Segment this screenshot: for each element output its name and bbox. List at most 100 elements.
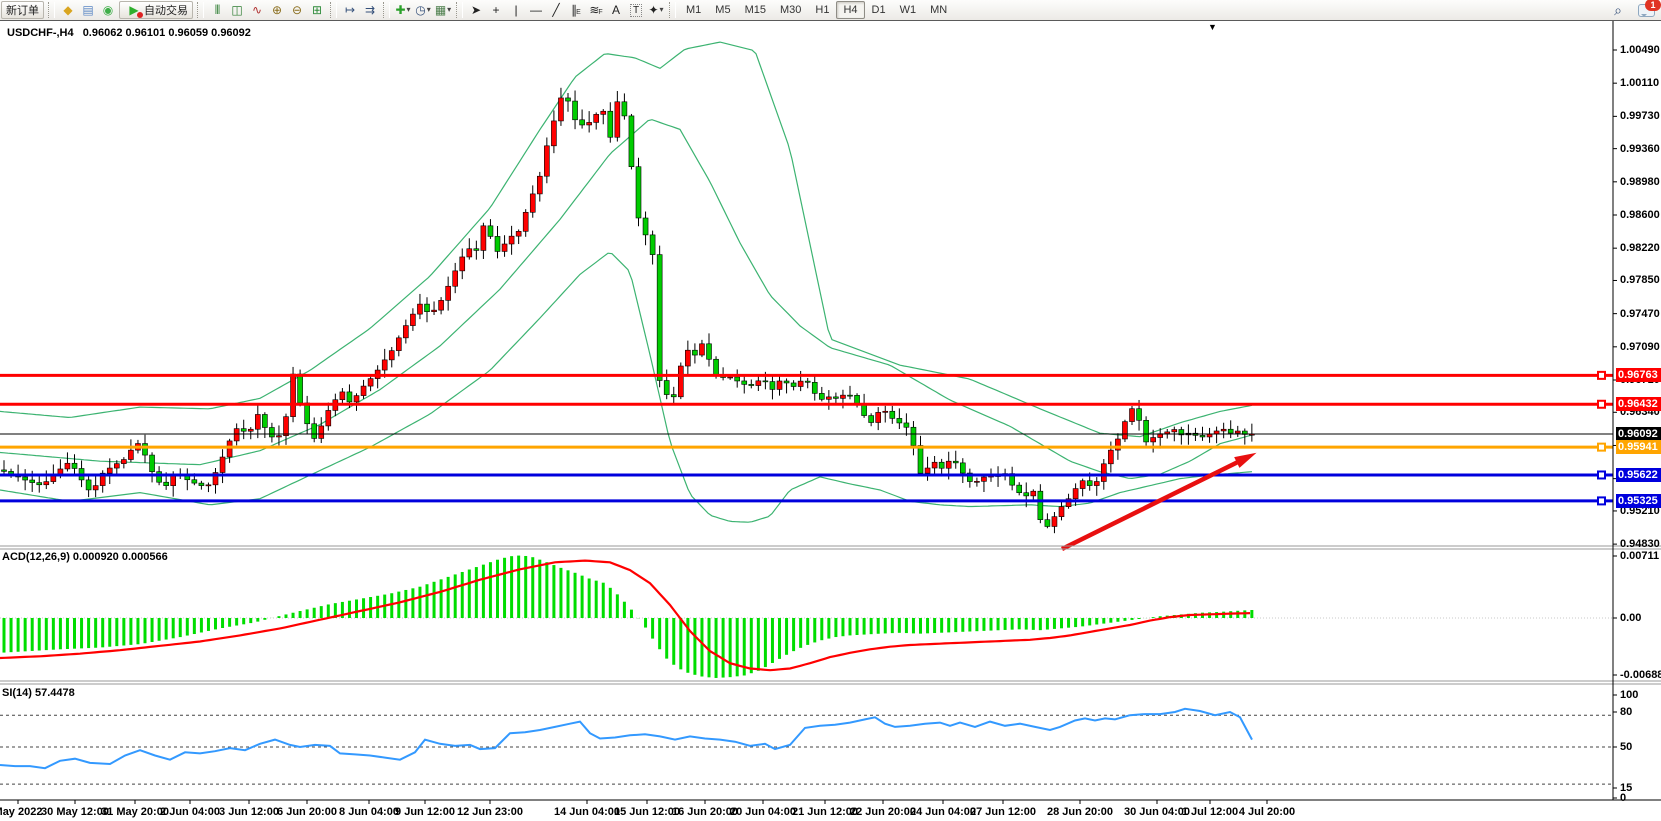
time-axis-label: 30 May 12:00 [41,806,109,818]
bear-candle [763,381,768,382]
bull-candle [699,344,704,355]
text-icon[interactable]: A [607,1,625,19]
period-clock-icon-dropdown[interactable]: ▾ [427,1,431,19]
time-axis-label: 1 Jul 12:00 [1182,806,1238,818]
bull-candle [840,395,845,398]
bear-candle [643,218,648,235]
timeframe-button-d1[interactable]: D1 [865,1,893,19]
equidistant-channel-icon[interactable]: ∥E [567,1,585,19]
candlestick-chart-icon[interactable]: ◫ [228,1,246,19]
chart-canvas[interactable] [0,21,1661,821]
chat-icon[interactable]: 1 [1638,4,1655,17]
search-icon[interactable]: ⌕ [1609,1,1627,19]
arrows-icon[interactable]: ✦▾ [647,1,665,19]
line-handle[interactable] [1598,401,1605,408]
price-level-badge: 0.96763 [1616,368,1661,382]
tile-windows-icon: ⊞ [312,1,322,19]
timeframe-button-m1[interactable]: M1 [679,1,708,19]
bull-candle [1130,409,1135,422]
bull-candle [1059,507,1064,517]
rsi-axis-label: 0 [1620,792,1626,804]
timeframe-button-h1[interactable]: H1 [808,1,836,19]
timeframe-button-m30[interactable]: M30 [773,1,808,19]
timeframe-button-m15[interactable]: M15 [738,1,773,19]
bear-candle [1200,435,1205,437]
chart-shift-icon[interactable]: ⇉ [361,1,379,19]
price-axis-label: 0.94830 [1620,538,1660,550]
line-chart-icon[interactable]: ∿ [248,1,266,19]
line-handle[interactable] [1598,444,1605,451]
toolbar-separator [330,2,337,18]
terminal-window-icon[interactable]: ▤ [79,1,97,19]
line-handle[interactable] [1598,471,1605,478]
bear-candle [425,304,430,312]
period-clock-icon[interactable]: ◷▾ [414,1,432,19]
price-axis-label: 0.98220 [1620,242,1660,254]
line-handle[interactable] [1598,372,1605,379]
macd-indicator-label: ACD(12,26,9) 0.000920 0.000566 [2,551,168,563]
bull-candle [276,436,281,437]
cursor-icon[interactable]: ➤ [467,1,485,19]
timeframe-button-mn[interactable]: MN [923,1,954,19]
arrows-icon-dropdown[interactable]: ▾ [660,1,664,19]
bear-candle [143,444,148,456]
zoom-in-icon[interactable]: ⊕ [268,1,286,19]
template-icon[interactable]: ▦▾ [434,1,452,19]
bear-candle [199,483,204,485]
timeframe-button-h4[interactable]: H4 [836,1,864,19]
chart-shift-marker[interactable]: ▼ [1208,22,1217,32]
fibonacci-icon-sub: F [598,4,602,22]
add-indicator-icon: ✚ [395,1,405,19]
bull-candle [234,429,239,441]
horizontal-line-icon: — [530,1,542,19]
macd-axis-label: -0.006888 [1620,669,1661,681]
bull-candle [925,468,930,473]
auto-scroll-icon[interactable]: ↦ [341,1,359,19]
bull-candle [756,381,761,386]
crosshair-icon: + [492,1,499,19]
add-indicator-icon[interactable]: ✚▾ [394,1,412,19]
bull-candle [291,374,296,417]
bull-candle [354,396,359,402]
bear-candle [1024,493,1029,496]
tile-windows-icon[interactable]: ⊞ [308,1,326,19]
bar-chart-icon[interactable]: ||| [208,1,226,19]
vertical-line-icon[interactable]: | [507,1,525,19]
autotrading-button[interactable]: ▶自动交易 [119,1,193,19]
chart-window: USDCHF-,H4 0.96062 0.96101 0.96059 0.960… [0,21,1661,821]
mt4-window: 新订单◆▤◉▶自动交易|||◫∿⊕⊖⊞↦⇉✚▾◷▾▦▾➤+|—╱∥E≋FAT✦▾… [0,0,1661,821]
fibonacci-icon[interactable]: ≋F [587,1,605,19]
signals-icon: ◉ [103,1,113,19]
crosshair-icon[interactable]: + [487,1,505,19]
bull-candle [340,392,345,400]
horizontal-line-icon[interactable]: — [527,1,545,19]
toolbar-right-group: ⌕1 [1608,1,1655,19]
price-axis-label: 1.00490 [1620,44,1660,56]
gold-tag-icon[interactable]: ◆ [59,1,77,19]
candlestick-chart-icon: ◫ [231,1,242,19]
new-order-button[interactable]: 新订单 [1,1,44,19]
line-handle[interactable] [1598,497,1605,504]
trendline-icon[interactable]: ╱ [547,1,565,19]
trend-arrow-line[interactable] [1062,459,1244,549]
bear-candle [939,462,944,468]
timeframe-button-w1[interactable]: W1 [893,1,924,19]
zoom-out-icon[interactable]: ⊖ [288,1,306,19]
bear-candle [1137,409,1142,421]
add-indicator-icon-dropdown[interactable]: ▾ [407,1,411,19]
bull-candle [601,111,606,114]
signals-icon[interactable]: ◉ [99,1,117,19]
bull-candle [361,386,366,396]
timeframe-button-m5[interactable]: M5 [708,1,737,19]
bull-candle [107,468,112,473]
template-icon-dropdown[interactable]: ▾ [447,1,451,19]
bear-candle [72,463,77,468]
bear-candle [566,98,571,101]
bear-candle [269,427,274,436]
price-axis-label: 0.97090 [1620,341,1660,353]
bull-candle [1031,491,1036,496]
toolbar-separator [197,2,204,18]
toolbar-separator [669,2,676,18]
bull-candle [551,121,556,146]
text-label-icon[interactable]: T [627,1,645,19]
